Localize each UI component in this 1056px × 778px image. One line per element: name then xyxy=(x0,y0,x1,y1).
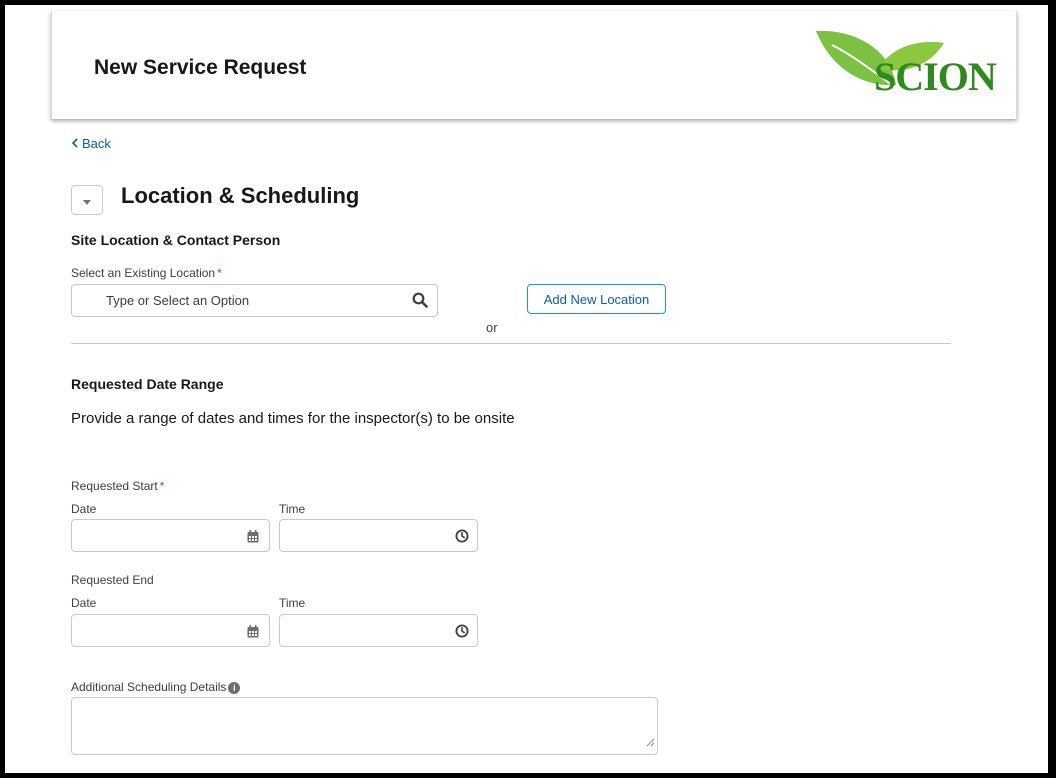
site-location-heading: Site Location & Contact Person xyxy=(71,232,281,248)
clock-icon[interactable] xyxy=(455,624,469,643)
chevron-left-icon xyxy=(71,136,79,151)
end-time-input[interactable] xyxy=(279,614,478,647)
location-search-placeholder: Type or Select an Option xyxy=(106,293,250,308)
start-time-label: Time xyxy=(279,502,306,516)
end-time-label: Time xyxy=(279,596,306,610)
select-location-label: Select an Existing Location * xyxy=(71,266,222,280)
section-divider xyxy=(71,343,951,344)
start-time-input[interactable] xyxy=(279,519,478,552)
additional-details-label: Additional Scheduling Details i xyxy=(71,680,241,694)
select-location-label-text: Select an Existing Location xyxy=(71,266,216,280)
app-frame: New Service Request SCION Back Location … xyxy=(5,5,1048,773)
requested-start-label-text: Requested Start xyxy=(71,479,158,493)
clock-icon[interactable] xyxy=(455,529,469,548)
start-date-input[interactable] xyxy=(71,519,270,552)
add-new-location-button[interactable]: Add New Location xyxy=(527,284,666,314)
page-header: New Service Request SCION xyxy=(51,11,1017,119)
calendar-icon[interactable] xyxy=(247,530,259,548)
section-title: Location & Scheduling xyxy=(121,183,360,208)
back-link[interactable]: Back xyxy=(71,136,111,151)
location-search-input[interactable]: Type or Select an Option xyxy=(71,284,438,317)
additional-details-textarea[interactable] xyxy=(71,697,658,755)
end-date-label: Date xyxy=(71,596,97,610)
additional-details-label-text: Additional Scheduling Details xyxy=(71,680,227,694)
required-asterisk: * xyxy=(159,479,165,493)
logo-text: SCION xyxy=(874,54,997,99)
end-date-input[interactable] xyxy=(71,614,270,647)
requested-end-label: Requested End xyxy=(71,573,154,587)
resize-handle-icon[interactable] xyxy=(646,734,655,752)
scion-logo: SCION xyxy=(812,25,997,105)
page-title: New Service Request xyxy=(94,56,307,79)
back-label: Back xyxy=(82,136,111,151)
required-asterisk: * xyxy=(217,266,222,280)
or-separator: or xyxy=(486,320,498,335)
calendar-icon[interactable] xyxy=(247,625,259,643)
requested-start-label: Requested Start * xyxy=(71,479,164,493)
section-collapse-button[interactable] xyxy=(71,185,103,215)
chevron-down-icon xyxy=(83,199,91,205)
search-icon[interactable] xyxy=(412,292,428,313)
date-range-heading: Requested Date Range xyxy=(71,376,224,392)
start-date-label: Date xyxy=(71,502,97,516)
date-range-help-text: Provide a range of dates and times for t… xyxy=(71,410,515,427)
info-icon[interactable]: i xyxy=(228,681,241,694)
